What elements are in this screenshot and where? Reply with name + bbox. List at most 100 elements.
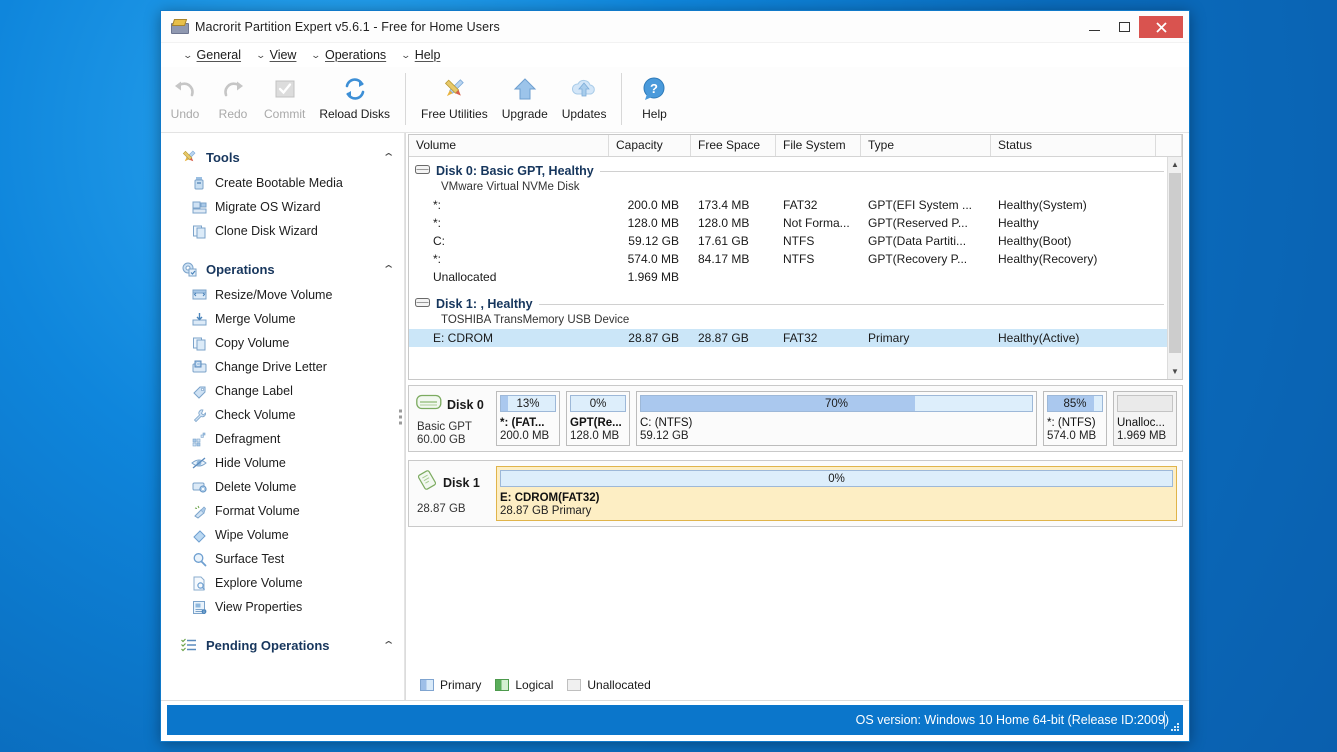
reload-disks-label: Reload Disks <box>319 107 391 121</box>
usage-percent: 0% <box>589 397 607 410</box>
redo-button[interactable]: Redo <box>209 71 257 123</box>
chevron-up-icon[interactable]: ⌃ <box>381 151 395 164</box>
content-pane: Volume Capacity Free Space File System T… <box>405 133 1189 700</box>
disk-group-header-1[interactable]: Disk 1: , Healthy TOSHIBA TransMemory US… <box>409 290 1182 329</box>
column-header-type[interactable]: Type <box>861 135 991 156</box>
free-utilities-button[interactable]: Free Utilities <box>414 71 495 123</box>
sidebar-resize-handle[interactable] <box>399 409 403 424</box>
menu-operations[interactable]: ⌄ Operations <box>305 47 393 63</box>
chevron-up-icon[interactable]: ⌃ <box>381 263 395 276</box>
sidebar-item-label: Clone Disk Wizard <box>215 224 318 238</box>
sidebar-item-surface-test[interactable]: Surface Test <box>161 547 405 571</box>
column-header-capacity[interactable]: Capacity <box>609 135 691 156</box>
upgrade-button[interactable]: Upgrade <box>495 71 555 123</box>
cell-file-system: FAT32 <box>783 331 818 345</box>
sidebar-item-wipe-volume[interactable]: Wipe Volume <box>161 523 405 547</box>
table-row[interactable]: Unallocated 1.969 MB <box>409 268 1182 286</box>
sidebar-item-check-volume[interactable]: Check Volume <box>161 403 405 427</box>
sidebar-section-tools-label: Tools <box>206 149 240 165</box>
sidebar-item-resize-move-volume[interactable]: Resize/Move Volume <box>161 283 405 307</box>
usage-percent: 70% <box>824 397 849 410</box>
menu-help[interactable]: ⌄ Help <box>395 47 447 63</box>
sidebar-section-tools[interactable]: Tools ⌃ <box>161 143 405 171</box>
usage-bar: 0% <box>570 395 626 412</box>
sidebar-item-label: Explore Volume <box>215 576 303 590</box>
cell-capacity: 128.0 MB <box>627 216 679 230</box>
resize-icon <box>189 288 209 302</box>
sidebar-section-pending-operations[interactable]: Pending Operations ⌃ <box>161 631 405 659</box>
table-scrollbar[interactable]: ▲ ▼ <box>1167 157 1182 379</box>
disk-group-header-0[interactable]: Disk 0: Basic GPT, Healthy VMware Virtua… <box>409 157 1182 196</box>
updates-button[interactable]: Updates <box>555 71 614 123</box>
disk-map-1[interactable]: Disk 1 28.87 GB 0% E: CDROM(FAT32) 28.87… <box>408 460 1183 527</box>
toolbar-group-help: ? Help <box>630 71 678 123</box>
sidebar-item-hide-volume[interactable]: Hide Volume <box>161 451 405 475</box>
sidebar-item-clone-disk-wizard[interactable]: Clone Disk Wizard <box>161 219 405 243</box>
menu-general[interactable]: ⌄ General <box>177 47 248 63</box>
table-row[interactable]: C: 59.12 GB 17.61 GB NTFS GPT(Data Parti… <box>409 232 1182 250</box>
table-row[interactable]: *: 128.0 MB 128.0 MB Not Forma... GPT(Re… <box>409 214 1182 232</box>
toolbar-divider-2 <box>621 73 623 125</box>
app-icon <box>171 18 189 36</box>
reload-disks-button[interactable]: Reload Disks <box>312 71 397 123</box>
chevron-down-icon: ⌄ <box>400 49 412 60</box>
usage-percent: 0% <box>828 472 845 485</box>
disk-group-rule <box>538 303 1164 305</box>
sidebar-item-defragment[interactable]: Defragment <box>161 427 405 451</box>
partition-size: 128.0 MB <box>570 430 620 442</box>
legend-item-primary: Primary <box>420 678 481 692</box>
pane-resize-dots[interactable]: ..... <box>409 377 1182 379</box>
sidebar-section-operations[interactable]: Operations ⌃ <box>161 255 405 283</box>
sidebar-item-label: Hide Volume <box>215 456 286 470</box>
disk-map-0[interactable]: Disk 0 Basic GPT 60.00 GB 13% *: (FAT... <box>408 385 1183 452</box>
scroll-down-arrow-icon[interactable]: ▼ <box>1168 364 1182 379</box>
cell-status: Healthy <box>998 216 1039 230</box>
partition-block-recovery[interactable]: 85% *: (NTFS) 574.0 MB <box>1043 391 1107 446</box>
column-header-spacer[interactable] <box>1156 135 1182 156</box>
column-header-free-space[interactable]: Free Space <box>691 135 776 156</box>
partition-block-e-cdrom[interactable]: 0% E: CDROM(FAT32) 28.87 GB Primary <box>496 466 1177 521</box>
scroll-up-arrow-icon[interactable]: ▲ <box>1168 157 1182 172</box>
column-header-file-system[interactable]: File System <box>776 135 861 156</box>
commit-button[interactable]: Commit <box>257 71 312 123</box>
sidebar-item-merge-volume[interactable]: Merge Volume <box>161 307 405 331</box>
sidebar-item-format-volume[interactable]: Format Volume <box>161 499 405 523</box>
partition-block-unallocated[interactable]: Unalloc... 1.969 MB <box>1113 391 1177 446</box>
sidebar-item-label: Migrate OS Wizard <box>215 200 321 214</box>
sidebar-item-create-bootable-media[interactable]: Create Bootable Media <box>161 171 405 195</box>
partition-block-reserved[interactable]: 0% GPT(Re... 128.0 MB <box>566 391 630 446</box>
table-row[interactable]: *: 574.0 MB 84.17 MB NTFS GPT(Recovery P… <box>409 250 1182 268</box>
cell-volume: *: <box>433 252 442 266</box>
disk-map-1-partitions: 0% E: CDROM(FAT32) 28.87 GB Primary <box>496 466 1177 521</box>
migrate-disk-icon <box>189 200 209 215</box>
sidebar-item-explore-volume[interactable]: Explore Volume <box>161 571 405 595</box>
free-utilities-label: Free Utilities <box>421 107 488 121</box>
partition-size: 574.0 MB <box>1047 430 1097 442</box>
table-row[interactable]: E: CDROM 28.87 GB 28.87 GB FAT32 Primary… <box>409 329 1182 347</box>
sidebar-item-copy-volume[interactable]: Copy Volume <box>161 331 405 355</box>
column-header-volume[interactable]: Volume <box>409 135 609 156</box>
table-row[interactable]: *: 200.0 MB 173.4 MB FAT32 GPT(EFI Syste… <box>409 196 1182 214</box>
sidebar-item-migrate-os-wizard[interactable]: Migrate OS Wizard <box>161 195 405 219</box>
close-button[interactable] <box>1139 16 1183 38</box>
sidebar-item-delete-volume[interactable]: Delete Volume <box>161 475 405 499</box>
disk-map-0-type: Basic GPT <box>417 421 472 433</box>
disk-group-rule <box>599 170 1164 172</box>
window-resize-grip[interactable] <box>1170 722 1179 731</box>
partition-block-efi[interactable]: 13% *: (FAT... 200.0 MB <box>496 391 560 446</box>
question-bubble-icon: ? <box>641 74 667 104</box>
sidebar-item-view-properties[interactable]: i View Properties <box>161 595 405 619</box>
help-button[interactable]: ? Help <box>630 71 678 123</box>
minimize-button[interactable] <box>1079 16 1109 38</box>
column-header-status[interactable]: Status <box>991 135 1156 156</box>
chevron-up-icon[interactable]: ⌃ <box>381 639 395 652</box>
sidebar-item-change-label[interactable]: Change Label <box>161 379 405 403</box>
scrollbar-thumb[interactable] <box>1169 173 1181 353</box>
maximize-button[interactable] <box>1109 16 1139 38</box>
undo-button[interactable]: Undo <box>161 71 209 123</box>
sidebar-item-change-drive-letter[interactable]: C Change Drive Letter <box>161 355 405 379</box>
partition-block-c[interactable]: 70% C: (NTFS) 59.12 GB <box>636 391 1037 446</box>
partition-label: Unalloc... <box>1117 417 1165 429</box>
wipe-eraser-icon <box>189 528 209 543</box>
menu-view[interactable]: ⌄ View <box>250 47 303 63</box>
